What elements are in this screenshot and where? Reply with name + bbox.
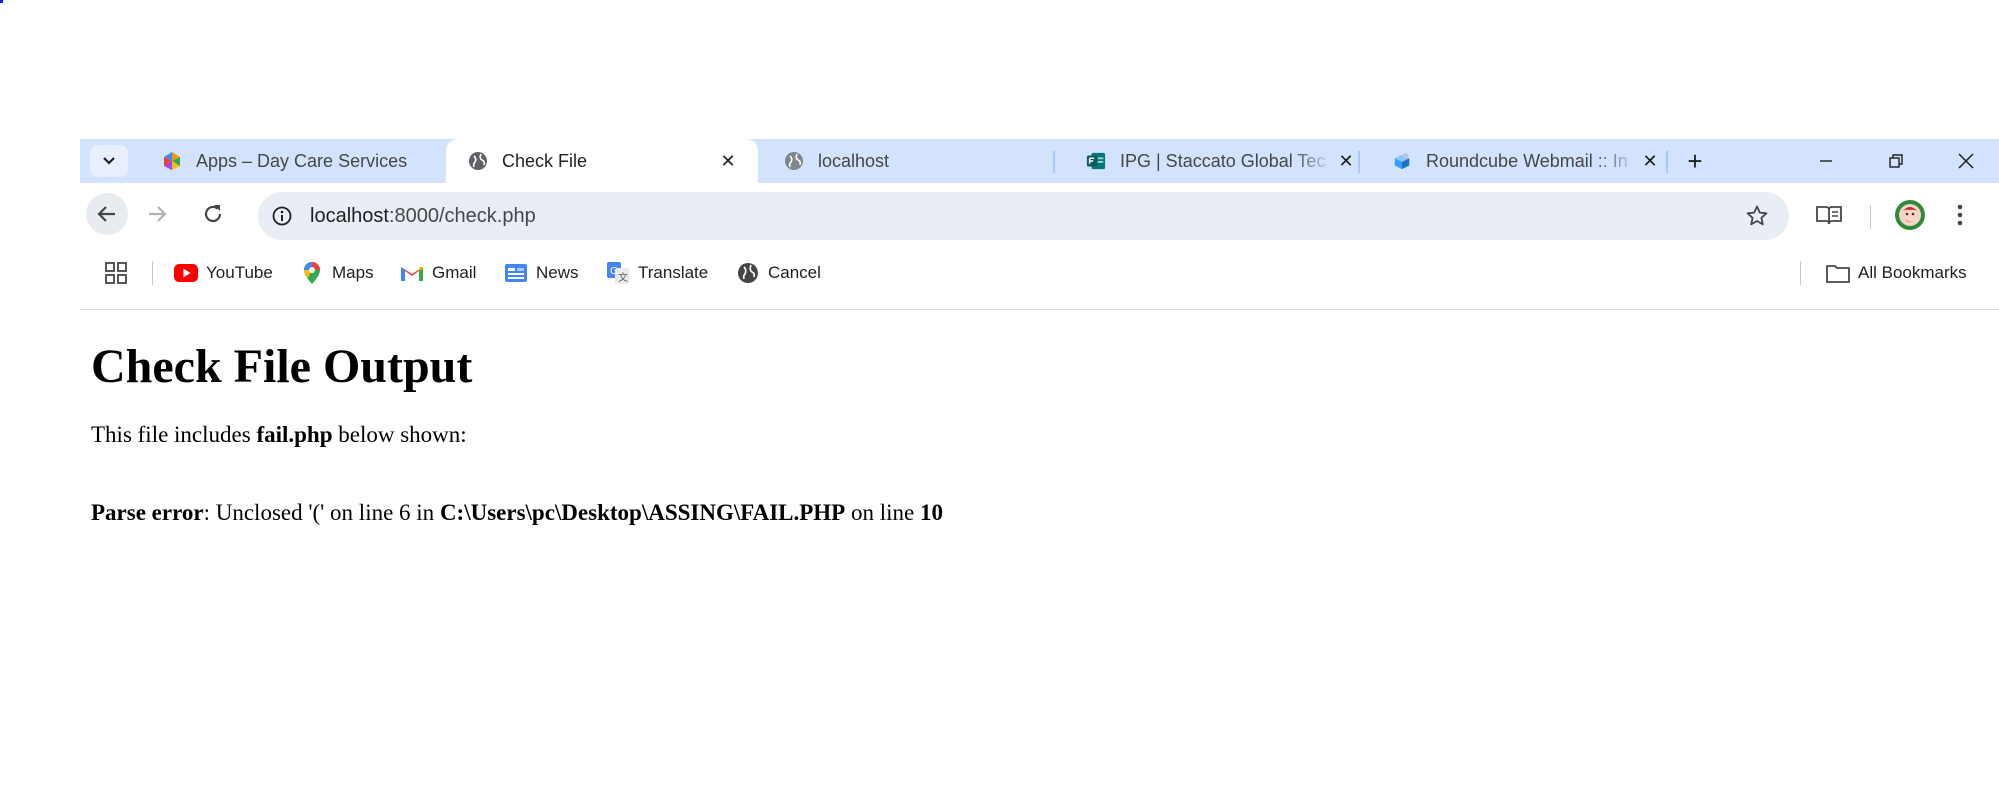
tab-separator	[1666, 151, 1668, 173]
address-bar[interactable]: localhost:8000/check.php	[258, 192, 1789, 240]
bookmark-translate[interactable]: G文 Translate	[606, 259, 708, 287]
bookmark-label: YouTube	[206, 263, 273, 282]
bookmarks-bar: YouTube Maps Gmail News G文 Translate Can…	[80, 245, 1999, 310]
tab-title: Check File	[502, 150, 588, 171]
restore-icon	[1889, 154, 1903, 168]
tab-ipg-staccato[interactable]: IPG | Staccato Global Tec ✕	[1064, 139, 1376, 183]
close-icon[interactable]: ✕	[716, 149, 740, 173]
translate-icon: G文	[606, 261, 630, 285]
tab-title: Apps – Day Care Services	[196, 150, 408, 171]
close-icon	[1958, 153, 1974, 169]
forward-button[interactable]	[136, 193, 178, 235]
page-title: Check File Output	[91, 340, 473, 393]
bookmark-label: Maps	[332, 263, 374, 282]
star-icon[interactable]	[1741, 200, 1773, 232]
apps-grid-button[interactable]	[104, 259, 136, 287]
avatar[interactable]	[1892, 197, 1928, 233]
error-label: Parse error	[91, 500, 204, 525]
globe-icon	[784, 151, 804, 171]
intro-before: This file includes	[91, 422, 257, 447]
page-content: Check File Output This file includes fai…	[91, 330, 943, 525]
toolbar-separator	[1870, 205, 1871, 229]
tab-check-file[interactable]: Check File ✕	[446, 139, 758, 183]
close-icon[interactable]: ✕	[1334, 149, 1358, 173]
reload-icon	[204, 205, 222, 223]
colorful-apps-icon	[162, 151, 182, 171]
intro-filename: fail.php	[256, 422, 333, 447]
tab-search-button[interactable]	[90, 145, 128, 177]
arrow-right-icon	[149, 206, 167, 222]
close-icon[interactable]: ✕	[1638, 149, 1662, 173]
corner-pixel	[0, 0, 3, 3]
folder-icon	[1826, 261, 1850, 285]
minimize-button[interactable]	[1791, 139, 1861, 183]
svg-text:文: 文	[618, 271, 628, 284]
more-menu-icon[interactable]	[1942, 197, 1978, 233]
youtube-icon	[174, 261, 198, 285]
bookmark-cancel[interactable]: Cancel	[736, 259, 821, 287]
browser-window: Apps – Day Care Services ✕ Check File ✕ …	[80, 139, 1999, 310]
tab-strip: Apps – Day Care Services ✕ Check File ✕ …	[80, 139, 1999, 183]
roundcube-icon	[1392, 151, 1412, 171]
intro-after: below shown:	[332, 422, 467, 447]
close-window-button[interactable]	[1931, 139, 1999, 183]
tab-title: IPG | Staccato Global Tec	[1120, 150, 1326, 171]
new-tab-button[interactable]: +	[1678, 145, 1712, 177]
bookmark-label: News	[536, 263, 579, 282]
tab-title: Roundcube Webmail :: In	[1426, 150, 1628, 171]
restore-button[interactable]	[1861, 139, 1931, 183]
news-icon	[504, 261, 528, 285]
svg-text:G: G	[610, 266, 618, 277]
all-bookmarks-label: All Bookmarks	[1858, 263, 1967, 282]
bookmark-maps[interactable]: Maps	[300, 259, 374, 287]
intro-text: This file includes fail.php below shown:	[91, 422, 467, 448]
forms-icon	[1086, 151, 1106, 171]
bookmark-label: Translate	[638, 263, 709, 282]
globe-icon	[736, 261, 760, 285]
reading-mode-icon[interactable]	[1811, 197, 1847, 233]
bookmark-label: Cancel	[768, 263, 821, 282]
toolbar: localhost:8000/check.php	[80, 183, 1999, 245]
address-path: :8000/check.php	[388, 204, 536, 227]
bookmarks-separator	[1800, 261, 1801, 285]
bookmarks-separator	[152, 261, 153, 285]
apps-grid-icon	[104, 261, 128, 285]
tab-title: localhost	[818, 150, 890, 171]
info-icon[interactable]	[262, 196, 302, 236]
globe-icon	[468, 151, 488, 171]
address-host: localhost	[310, 204, 389, 227]
chevron-down-icon	[103, 157, 115, 165]
all-bookmarks-button[interactable]: All Bookmarks	[1826, 259, 1967, 287]
back-button[interactable]	[86, 193, 128, 235]
maps-icon	[300, 261, 324, 285]
tab-roundcube[interactable]: Roundcube Webmail :: In ✕	[1370, 139, 1680, 183]
error-line-number: 10	[919, 500, 943, 525]
parse-error-message: Parse error: Unclosed '(' on line 6 in C…	[91, 500, 943, 526]
error-message: : Unclosed '(' on line 6 in	[203, 500, 440, 525]
bookmark-label: Gmail	[432, 263, 477, 282]
minimize-icon	[1820, 160, 1832, 162]
tab-separator	[1053, 151, 1055, 173]
error-on-line: on line	[845, 500, 920, 525]
gmail-icon	[400, 261, 424, 285]
reload-button[interactable]	[192, 193, 234, 235]
arrow-left-icon	[97, 206, 115, 222]
tab-separator	[1358, 151, 1360, 173]
address-url: localhost:8000/check.php	[310, 205, 536, 228]
bookmark-news[interactable]: News	[504, 259, 579, 287]
bookmark-gmail[interactable]: Gmail	[400, 259, 476, 287]
error-path: C:\Users\pc\Desktop\ASSING\FAIL.PHP	[439, 500, 846, 525]
bookmark-youtube[interactable]: YouTube	[174, 259, 273, 287]
